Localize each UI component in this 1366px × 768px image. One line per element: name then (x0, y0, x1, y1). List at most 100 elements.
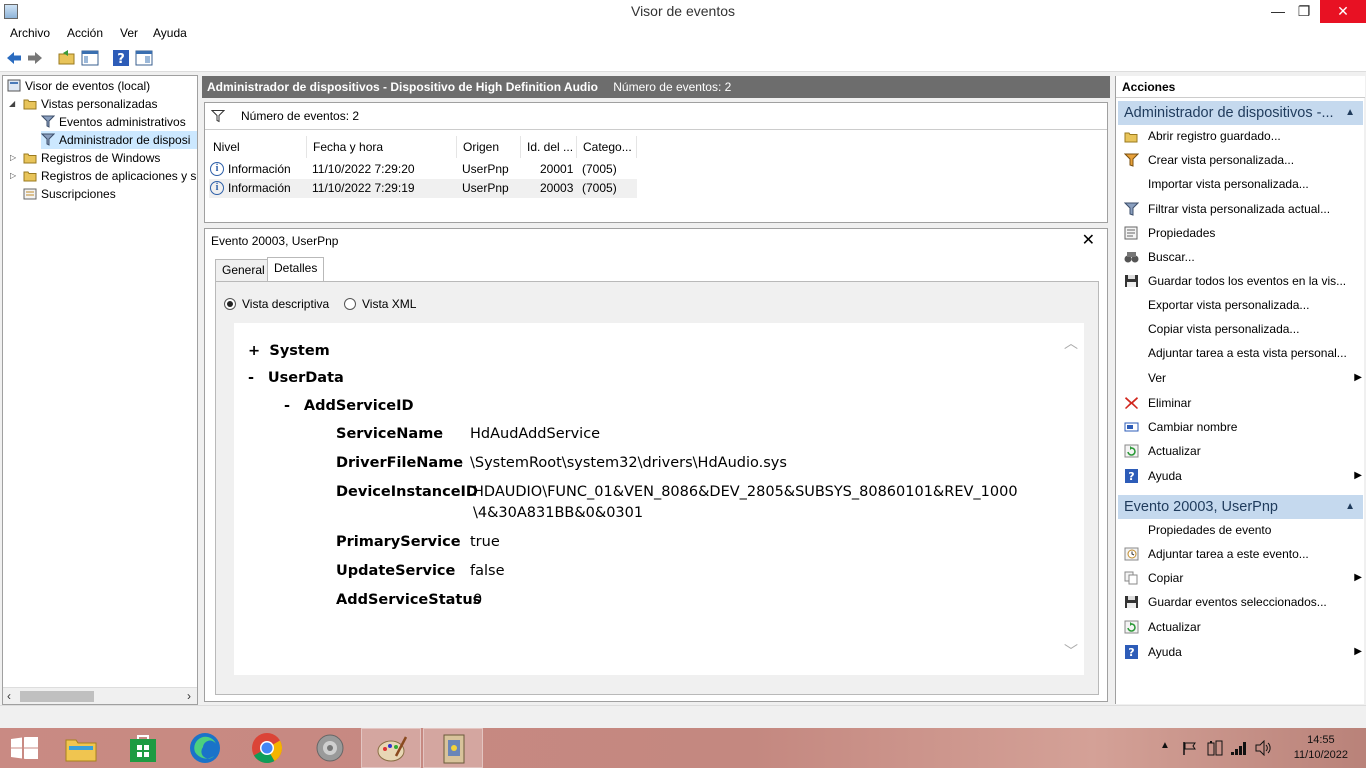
table-row[interactable]: i Información 11/10/2022 7:29:20 UserPnp… (209, 160, 637, 179)
tree-horizontal-scrollbar[interactable]: ‹ › (3, 687, 197, 704)
action-filter-current-view[interactable]: Filtrar vista personalizada actual... (1124, 198, 1362, 220)
show-hide-tree-icon[interactable] (81, 49, 99, 67)
column-header-source[interactable]: Origen (457, 136, 521, 158)
action-attach-task-event[interactable]: Adjuntar tarea a este evento... (1124, 543, 1362, 565)
table-row[interactable]: i Información 11/10/2022 7:29:19 UserPnp… (209, 179, 637, 198)
tree-item-root[interactable]: Visor de eventos (local) (7, 77, 150, 95)
collapsed-arrow-icon[interactable]: ▷ (10, 149, 16, 167)
collapse-arrow-icon[interactable]: ▲ (1345, 495, 1355, 519)
scroll-left-icon[interactable]: ‹ (7, 689, 11, 703)
battery-power-icon[interactable] (1207, 740, 1223, 756)
menu-ayuda[interactable]: Ayuda (153, 26, 187, 40)
taskbar-chrome[interactable] (237, 728, 297, 768)
action-refresh[interactable]: Actualizar (1124, 440, 1362, 462)
close-detail-button[interactable]: ✕ (1082, 230, 1095, 250)
userdata-node[interactable]: - UserData (248, 370, 344, 386)
action-rename[interactable]: Cambiar nombre (1124, 416, 1362, 438)
taskbar-paint[interactable] (361, 728, 421, 768)
flag-notification-icon[interactable] (1182, 741, 1198, 756)
tree-item-subscriptions[interactable]: Suscripciones (23, 185, 116, 203)
action-copy-custom-view[interactable]: Copiar vista personalizada... (1124, 318, 1362, 340)
show-hidden-icons[interactable]: ▲ (1160, 740, 1170, 751)
center-header-count: Número de eventos: 2 (613, 80, 732, 94)
scrollbar-thumb[interactable] (20, 691, 94, 702)
windows-start-icon[interactable] (11, 737, 38, 759)
friendly-view-content: + System - UserData - AddServiceID Servi… (234, 323, 1084, 675)
taskbar-sound[interactable] (300, 728, 360, 768)
radio-friendly-view[interactable]: Vista descriptiva (224, 297, 329, 311)
svg-text:?: ? (117, 52, 125, 67)
action-import-custom-view[interactable]: Importar vista personalizada... (1124, 173, 1362, 195)
taskbar-event-viewer[interactable] (423, 728, 483, 768)
action-save-selected-events[interactable]: Guardar eventos seleccionados... (1124, 591, 1362, 613)
taskbar-file-explorer[interactable] (50, 728, 110, 768)
rename-icon (1124, 422, 1139, 432)
maximize-button[interactable]: ❐ (1289, 0, 1319, 23)
menu-ver[interactable]: Ver (120, 26, 138, 40)
close-button[interactable]: ✕ (1320, 0, 1366, 23)
column-header-datetime[interactable]: Fecha y hora (307, 136, 457, 158)
addservice-node[interactable]: - AddServiceID (284, 398, 414, 414)
field-primary-service: PrimaryService (336, 534, 461, 550)
tree-item-custom-views[interactable]: ◢ Vistas personalizadas (9, 95, 158, 113)
tree-item-admin-events[interactable]: Eventos administrativos (41, 113, 186, 131)
collapse-toggle[interactable]: - (248, 370, 254, 386)
actions-title: Acciones (1116, 76, 1365, 98)
actions-section-device-manager[interactable]: Administrador de dispositivos -... ▲ (1118, 101, 1363, 125)
back-arrow-icon[interactable] (5, 49, 23, 67)
show-hide-action-pane-icon[interactable] (135, 49, 153, 67)
action-create-custom-view[interactable]: Crear vista personalizada... (1124, 149, 1362, 171)
collapse-toggle[interactable]: - (284, 398, 290, 414)
action-label: Copiar (1148, 571, 1184, 585)
menu-accion[interactable]: Acción (67, 26, 103, 40)
forward-arrow-icon[interactable] (26, 49, 44, 67)
action-event-properties[interactable]: Propiedades de evento (1124, 519, 1362, 541)
action-help-event-submenu[interactable]: ? Ayuda ▶ (1124, 641, 1362, 663)
expand-toggle[interactable]: + (248, 343, 260, 359)
submenu-arrow-icon: ▶ (1354, 646, 1362, 657)
menu-archivo[interactable]: Archivo (10, 26, 50, 40)
action-find[interactable]: Buscar... (1124, 246, 1362, 268)
open-folder-icon[interactable] (58, 49, 76, 67)
action-properties[interactable]: Propiedades (1124, 222, 1362, 244)
taskbar-edge[interactable] (175, 728, 235, 768)
column-header-level[interactable]: Nivel (207, 136, 307, 158)
collapse-arrow-icon[interactable]: ▲ (1345, 101, 1355, 125)
column-header-category[interactable]: Catego... (577, 136, 637, 158)
network-signal-icon[interactable] (1230, 740, 1248, 756)
action-save-all-events[interactable]: Guardar todos los eventos en la vis... (1124, 270, 1362, 292)
tab-general[interactable]: General (215, 259, 272, 281)
action-label: Copiar vista personalizada... (1148, 322, 1300, 336)
action-open-saved-log[interactable]: Abrir registro guardado... (1124, 125, 1362, 147)
file-explorer-icon (65, 739, 97, 762)
tree-item-windows-logs[interactable]: ▷ Registros de Windows (10, 149, 160, 167)
svg-text:?: ? (1128, 646, 1134, 659)
action-refresh-event[interactable]: Actualizar (1124, 616, 1362, 638)
volume-icon[interactable] (1255, 740, 1273, 756)
taskbar-store[interactable] (113, 728, 173, 768)
actions-section-event[interactable]: Evento 20003, UserPnp ▲ (1118, 495, 1363, 519)
taskbar-clock[interactable]: 14:55 11/10/2022 (1294, 733, 1348, 763)
action-help-submenu[interactable]: ? Ayuda ▶ (1124, 465, 1362, 487)
action-view-submenu[interactable]: Ver ▶ (1124, 367, 1362, 389)
column-header-event-id[interactable]: Id. del ... (521, 136, 577, 158)
system-node[interactable]: + System (248, 343, 330, 359)
tree-item-app-logs[interactable]: ▷ Registros de aplicaciones y s (10, 167, 196, 185)
collapsed-arrow-icon[interactable]: ▷ (10, 167, 16, 185)
scroll-right-icon[interactable]: › (187, 689, 191, 703)
radio-xml-view[interactable]: Vista XML (344, 297, 416, 311)
field-value: true (470, 534, 500, 550)
scroll-down-icon[interactable]: ﹀ (1064, 641, 1078, 661)
field-key: UpdateService (336, 563, 456, 579)
help-icon[interactable]: ? (112, 49, 130, 67)
action-attach-task-view[interactable]: Adjuntar tarea a esta vista personal... (1124, 342, 1362, 364)
filter-icon (211, 110, 225, 123)
action-delete[interactable]: Eliminar (1124, 392, 1362, 414)
action-export-custom-view[interactable]: Exportar vista personalizada... (1124, 294, 1362, 316)
expanded-arrow-icon[interactable]: ◢ (9, 95, 15, 113)
action-copy-submenu[interactable]: Copiar ▶ (1124, 567, 1362, 589)
speaker-app-icon (316, 734, 344, 762)
tab-details[interactable]: Detalles (267, 257, 325, 282)
tree-item-device-manager[interactable]: Administrador de disposi (41, 131, 197, 149)
scroll-up-icon[interactable]: ︿ (1064, 333, 1078, 353)
